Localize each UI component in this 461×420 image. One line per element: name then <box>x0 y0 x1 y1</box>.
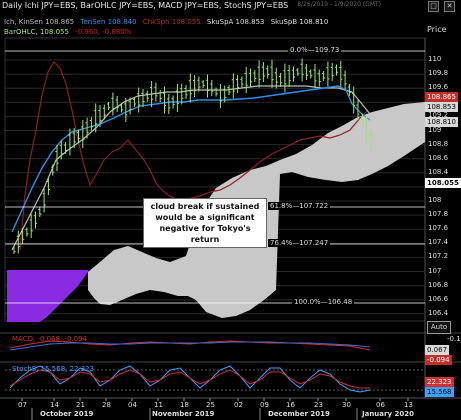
price-tick: 107.8 <box>428 210 449 219</box>
kijun-price-badge: 108.865 <box>425 92 458 102</box>
macd-signal <box>9 341 371 351</box>
date-tick-label: 16 <box>286 401 295 409</box>
macd-label: MACD, -0.068, -0.094 <box>12 335 88 343</box>
month-label-december: December 2019 <box>268 410 330 418</box>
date-tick-label: 02 <box>234 401 243 409</box>
date-tick-label: 13 <box>404 401 413 409</box>
date-tick-label: 09 <box>260 401 269 409</box>
price-tick: 107.6 <box>428 224 449 233</box>
month-label-january: January 2020 <box>362 410 414 418</box>
macd-badge-top: 0.067 <box>425 345 450 355</box>
fib-label-618: 61.8%—107.722 <box>268 202 331 210</box>
annotation-box: cloud break if sustained would be a sign… <box>143 198 267 248</box>
stoch-badge-top: 22.323 <box>425 377 454 387</box>
date-tick-label: 06 <box>376 401 385 409</box>
price-axis-header: Price <box>427 25 447 34</box>
date-tick-label: 07 <box>18 401 27 409</box>
last-price-badge: 108.055 <box>425 178 461 188</box>
stoch-label: StochS, 15.568, 22.323 <box>12 365 95 373</box>
date-tick-label: 28 <box>102 401 111 409</box>
date-tick-label: 30 <box>342 401 351 409</box>
date-tick-label: 21 <box>76 401 85 409</box>
macd-badge-mid: -0.094 <box>425 355 452 365</box>
price-tick: 108 <box>428 196 442 204</box>
price-tick: 108.6 <box>428 153 449 162</box>
price-tick: 110 <box>428 55 442 63</box>
date-tick-label: 04 <box>128 401 137 409</box>
price-tick: 106.8 <box>428 280 449 289</box>
senkou-b-price-badge: 108.810 <box>425 117 458 127</box>
price-tick: 107.2 <box>428 252 449 261</box>
fib-label-764: 76.4%—107.247 <box>268 239 331 247</box>
senkou-a-price-badge: 108.853 <box>425 102 458 112</box>
date-tick-label: 23 <box>314 401 323 409</box>
price-tick: 108.8 <box>428 139 449 148</box>
macd-axis-tick: -0.1 <box>447 335 461 343</box>
stoch-badge-mid: 15.568 <box>425 387 454 397</box>
price-tick: 107 <box>428 266 442 275</box>
date-tick-label: 11 <box>154 401 163 409</box>
fib-label-0: 0.0%—109.73 <box>288 46 342 54</box>
date-tick-label: 25 <box>206 401 215 409</box>
price-tick: 108.4 <box>428 167 449 176</box>
date-tick-label: 14 <box>50 401 59 409</box>
month-label-november: November 2019 <box>152 410 215 418</box>
auto-scale-button[interactable]: Auto <box>427 321 451 334</box>
date-tick-label: 18 <box>180 401 189 409</box>
fib-label-100: 100.0%—106.48 <box>292 298 355 306</box>
month-label-october: October 2019 <box>40 410 94 418</box>
price-tick: 106.4 <box>428 308 449 317</box>
price-tick: 106.6 <box>428 294 449 303</box>
price-tick: 107.4 <box>428 238 449 247</box>
price-tick: 109.8 <box>428 69 449 78</box>
price-tick: 109.6 <box>428 83 449 92</box>
